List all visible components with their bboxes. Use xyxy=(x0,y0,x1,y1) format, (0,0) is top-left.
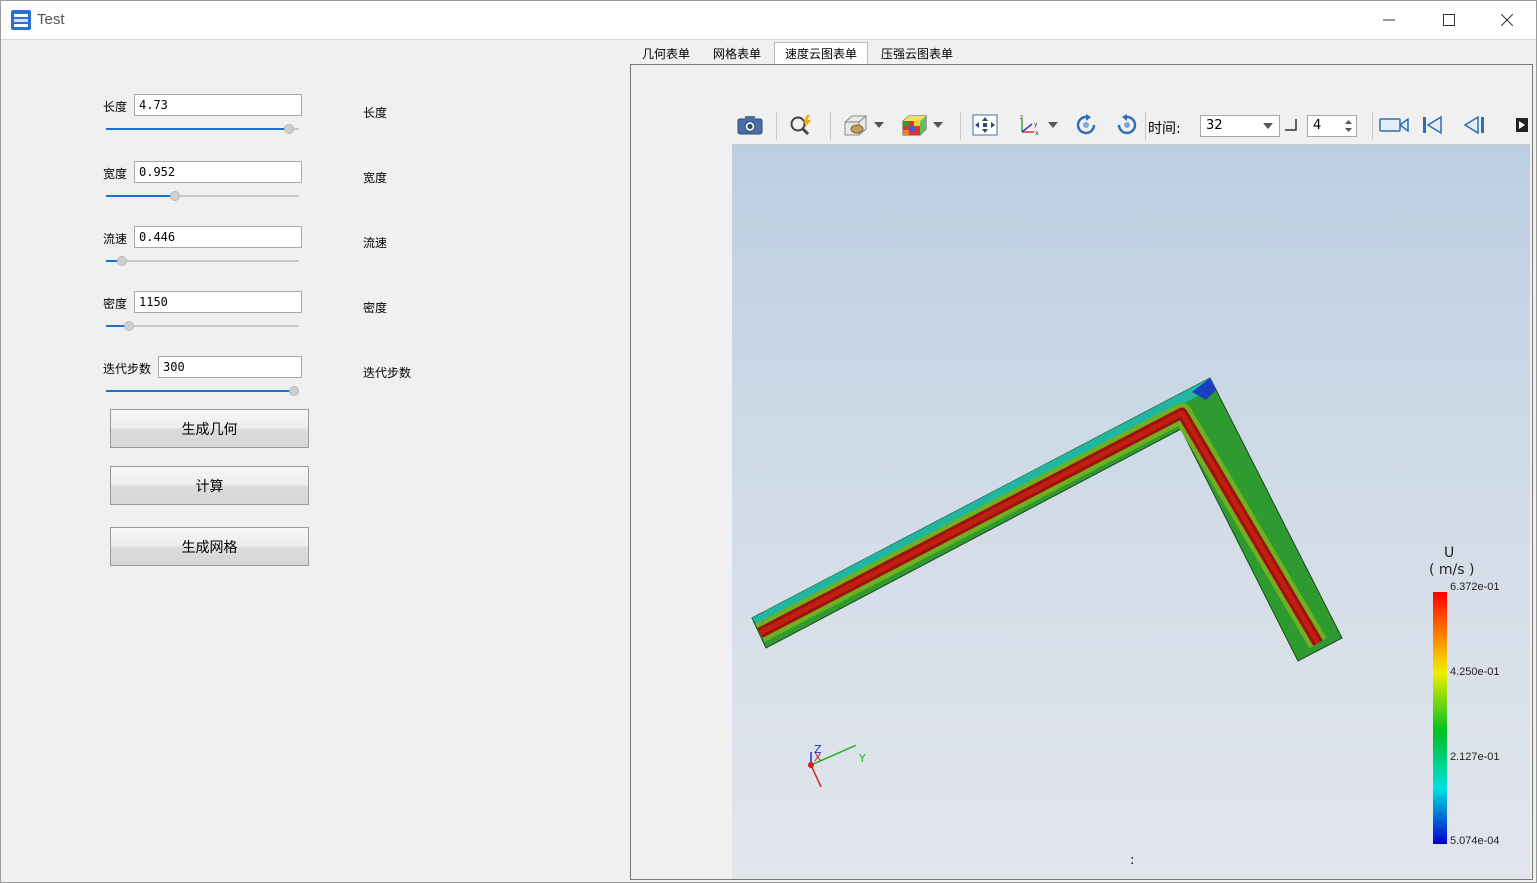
density-label: 密度 xyxy=(103,297,128,311)
camera-icon[interactable] xyxy=(737,114,763,136)
maximize-button[interactable] xyxy=(1419,1,1479,39)
slice-plane-icon[interactable] xyxy=(842,114,868,136)
minimize-button[interactable] xyxy=(1359,1,1419,39)
length-label: 长度 xyxy=(103,100,128,114)
viewport-status-text: : xyxy=(1130,853,1135,868)
zoom-lightning-icon[interactable] xyxy=(788,114,814,136)
width-label: 宽度 xyxy=(103,167,128,181)
legend-tick-2: 4.250e-01 xyxy=(1450,666,1500,678)
legend-title: U xyxy=(1444,545,1455,561)
svg-text:z: z xyxy=(1020,114,1023,121)
generate-mesh-button[interactable]: 生成网格 xyxy=(110,527,309,566)
viewer-toolbar: z yx 时间: 32 4 xyxy=(732,106,1530,145)
time-value: 32 xyxy=(1206,118,1223,133)
svg-text:x: x xyxy=(1035,130,1039,136)
length-slider[interactable] xyxy=(106,124,299,134)
density-input[interactable]: 1150 xyxy=(134,291,302,313)
tab-velocity-contour[interactable]: 速度云图表单 xyxy=(774,42,868,64)
axes-orient-icon[interactable]: z yx xyxy=(1016,114,1042,136)
rotate-cw-icon[interactable] xyxy=(1073,114,1099,136)
toolbar-overflow-icon[interactable] xyxy=(1514,114,1530,136)
fit-view-icon[interactable] xyxy=(972,114,998,136)
generate-geometry-button[interactable]: 生成几何 xyxy=(110,409,309,448)
velocity-contour-viewport[interactable]: Z X Y U ( m/s ) 6.372e-01 4.250e-01 2.12… xyxy=(732,145,1530,879)
width-side-label: 宽度 xyxy=(363,171,388,185)
velocity-slider[interactable] xyxy=(106,256,299,266)
color-dropdown-icon[interactable] xyxy=(931,114,945,136)
length-input[interactable]: 4.73 xyxy=(134,94,302,116)
tab-geometry[interactable]: 几何表单 xyxy=(634,42,698,64)
legend-tick-min: 5.074e-04 xyxy=(1450,835,1500,847)
maximize-icon xyxy=(1443,14,1455,26)
slider-handle[interactable] xyxy=(283,124,294,134)
slider-handle[interactable] xyxy=(124,321,135,331)
axis-x-label: X xyxy=(814,751,822,764)
width-slider[interactable] xyxy=(106,191,299,201)
time-select[interactable]: 32 xyxy=(1200,115,1280,137)
first-frame-icon[interactable] xyxy=(1420,114,1446,136)
step-value: 4 xyxy=(1313,118,1322,133)
prev-frame-icon[interactable] xyxy=(1461,114,1487,136)
pipe-geometry xyxy=(751,377,1343,662)
tab-mesh[interactable]: 网格表单 xyxy=(705,42,769,64)
velocity-label: 流速 xyxy=(103,232,128,246)
velocity-input[interactable]: 0.446 xyxy=(134,226,302,248)
iterations-label: 迭代步数 xyxy=(103,362,152,376)
minimize-icon xyxy=(1383,19,1395,21)
spin-arrows-icon[interactable] xyxy=(1345,119,1352,133)
slider-handle[interactable] xyxy=(289,386,299,396)
step-spinbox[interactable]: 4 xyxy=(1307,115,1357,137)
slice-dropdown-icon[interactable] xyxy=(872,114,886,136)
close-button[interactable] xyxy=(1477,1,1537,39)
legend-tick-max: 6.372e-01 xyxy=(1450,581,1500,593)
iterations-input[interactable]: 300 xyxy=(158,356,302,378)
window-title: Test xyxy=(37,11,65,28)
svg-text:y: y xyxy=(1034,121,1038,128)
legend-color-bar xyxy=(1433,592,1447,844)
record-video-icon[interactable] xyxy=(1378,114,1410,136)
color-cube-icon[interactable] xyxy=(901,114,927,136)
width-input[interactable]: 0.952 xyxy=(134,161,302,183)
axes-dropdown-icon[interactable] xyxy=(1046,114,1060,136)
slider-handle[interactable] xyxy=(170,191,181,201)
legend-tick-3: 2.127e-01 xyxy=(1450,751,1500,763)
length-side-label: 长度 xyxy=(363,106,388,120)
velocity-side-label: 流速 xyxy=(363,236,388,250)
tab-pressure-contour[interactable]: 压强云图表单 xyxy=(873,42,961,64)
close-icon xyxy=(1501,14,1513,26)
density-slider[interactable] xyxy=(106,321,299,331)
compute-button[interactable]: 计算 xyxy=(110,466,309,505)
title-bar: Test xyxy=(1,1,1536,40)
pipe-contour-plot xyxy=(751,377,1447,844)
slider-handle[interactable] xyxy=(116,256,127,266)
chevron-down-icon xyxy=(1263,123,1273,129)
rotate-ccw-icon[interactable] xyxy=(1114,114,1140,136)
iterations-slider[interactable] xyxy=(106,386,299,396)
axis-y-label: Y xyxy=(859,752,866,765)
legend-unit: ( m/s ) xyxy=(1429,562,1475,578)
app-icon xyxy=(11,10,31,30)
step-icon xyxy=(1284,114,1298,136)
iterations-side-label: 迭代步数 xyxy=(363,366,412,380)
density-side-label: 密度 xyxy=(363,301,388,315)
time-label: 时间: xyxy=(1148,121,1181,137)
